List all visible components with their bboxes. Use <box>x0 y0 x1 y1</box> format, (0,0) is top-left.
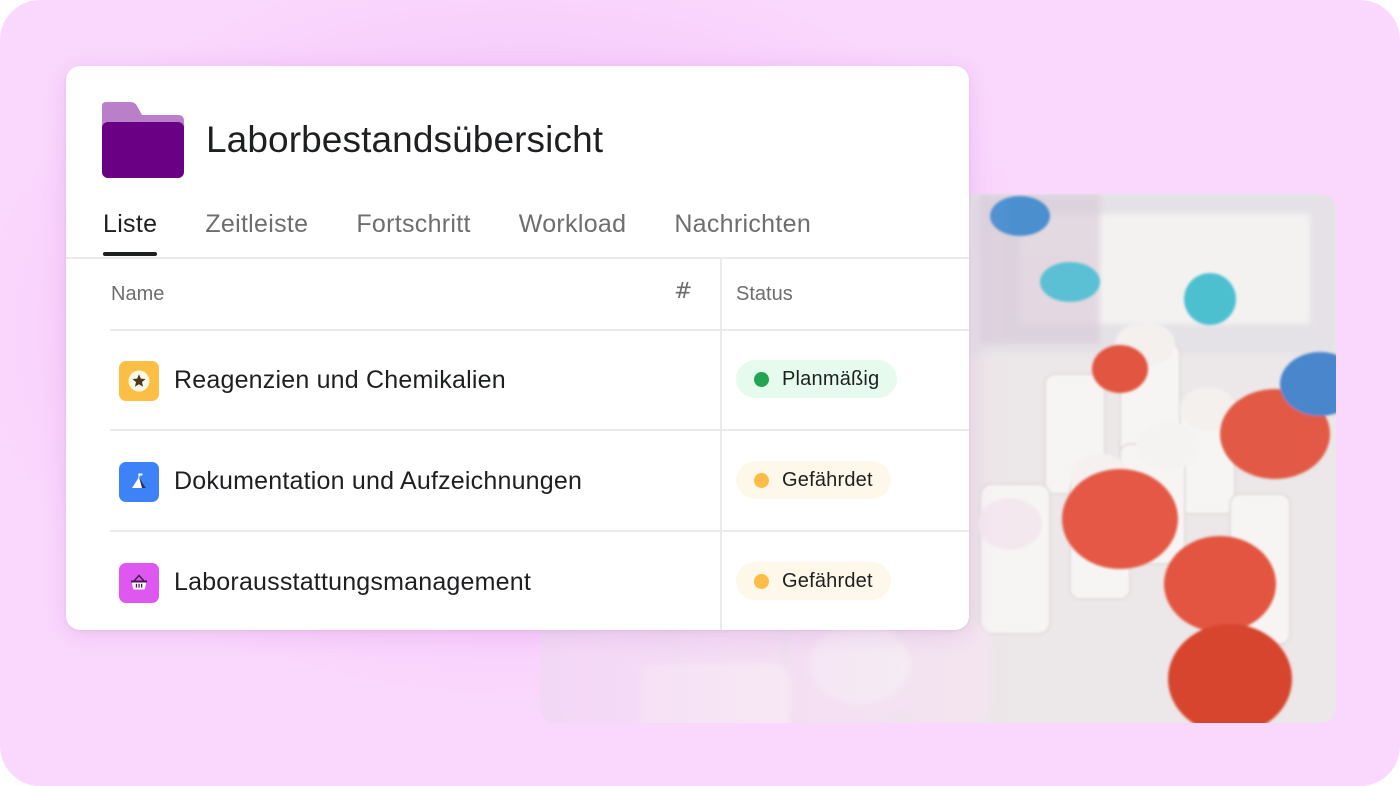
status-dot <box>754 573 769 589</box>
tab-fortschritt[interactable]: Fortschritt <box>356 206 470 256</box>
basket-icon <box>119 563 159 603</box>
project-header: Laborbestandsübersicht <box>102 102 603 178</box>
status-label: Planmäßig <box>782 367 880 390</box>
project-card: Laborbestandsübersicht Liste Zeitleiste … <box>66 66 969 630</box>
column-header-name[interactable]: Name <box>111 283 164 306</box>
hash-icon[interactable]: # <box>674 279 692 304</box>
background-canvas: Laborbestandsübersicht Liste Zeitleiste … <box>0 0 1400 786</box>
table-header: Name # Status <box>66 259 969 329</box>
mountain-flag-icon <box>119 462 159 502</box>
status-label: Gefährdet <box>782 569 873 592</box>
row-name[interactable]: Dokumentation und Aufzeichnungen <box>174 467 582 496</box>
page-title: Laborbestandsübersicht <box>206 119 604 160</box>
tab-zeitleiste[interactable]: Zeitleiste <box>205 206 308 256</box>
row-name[interactable]: Laborausstattungsmanagement <box>174 568 531 597</box>
row-name[interactable]: Reagenzien und Chemikalien <box>174 366 506 395</box>
folder-icon <box>102 102 184 178</box>
view-tabs: Liste Zeitleiste Fortschritt Workload Na… <box>103 206 859 258</box>
status-label: Gefährdet <box>782 468 873 491</box>
status-badge[interactable]: Gefährdet <box>736 562 891 600</box>
status-dot <box>754 371 769 387</box>
table-row[interactable]: Reagenzien und Chemikalien Planmäßig <box>66 330 969 430</box>
status-badge[interactable]: Gefährdet <box>736 461 891 499</box>
table-row[interactable]: Laborausstattungsmanagement Gefährdet <box>66 532 969 630</box>
status-dot <box>754 472 769 488</box>
star-icon <box>119 361 159 401</box>
table-row[interactable]: Dokumentation und Aufzeichnungen Gefährd… <box>66 431 969 531</box>
tab-nachrichten[interactable]: Nachrichten <box>674 206 811 256</box>
status-badge[interactable]: Planmäßig <box>736 360 898 398</box>
tab-liste[interactable]: Liste <box>103 206 158 256</box>
tab-workload[interactable]: Workload <box>519 206 627 256</box>
column-header-status[interactable]: Status <box>736 283 793 306</box>
